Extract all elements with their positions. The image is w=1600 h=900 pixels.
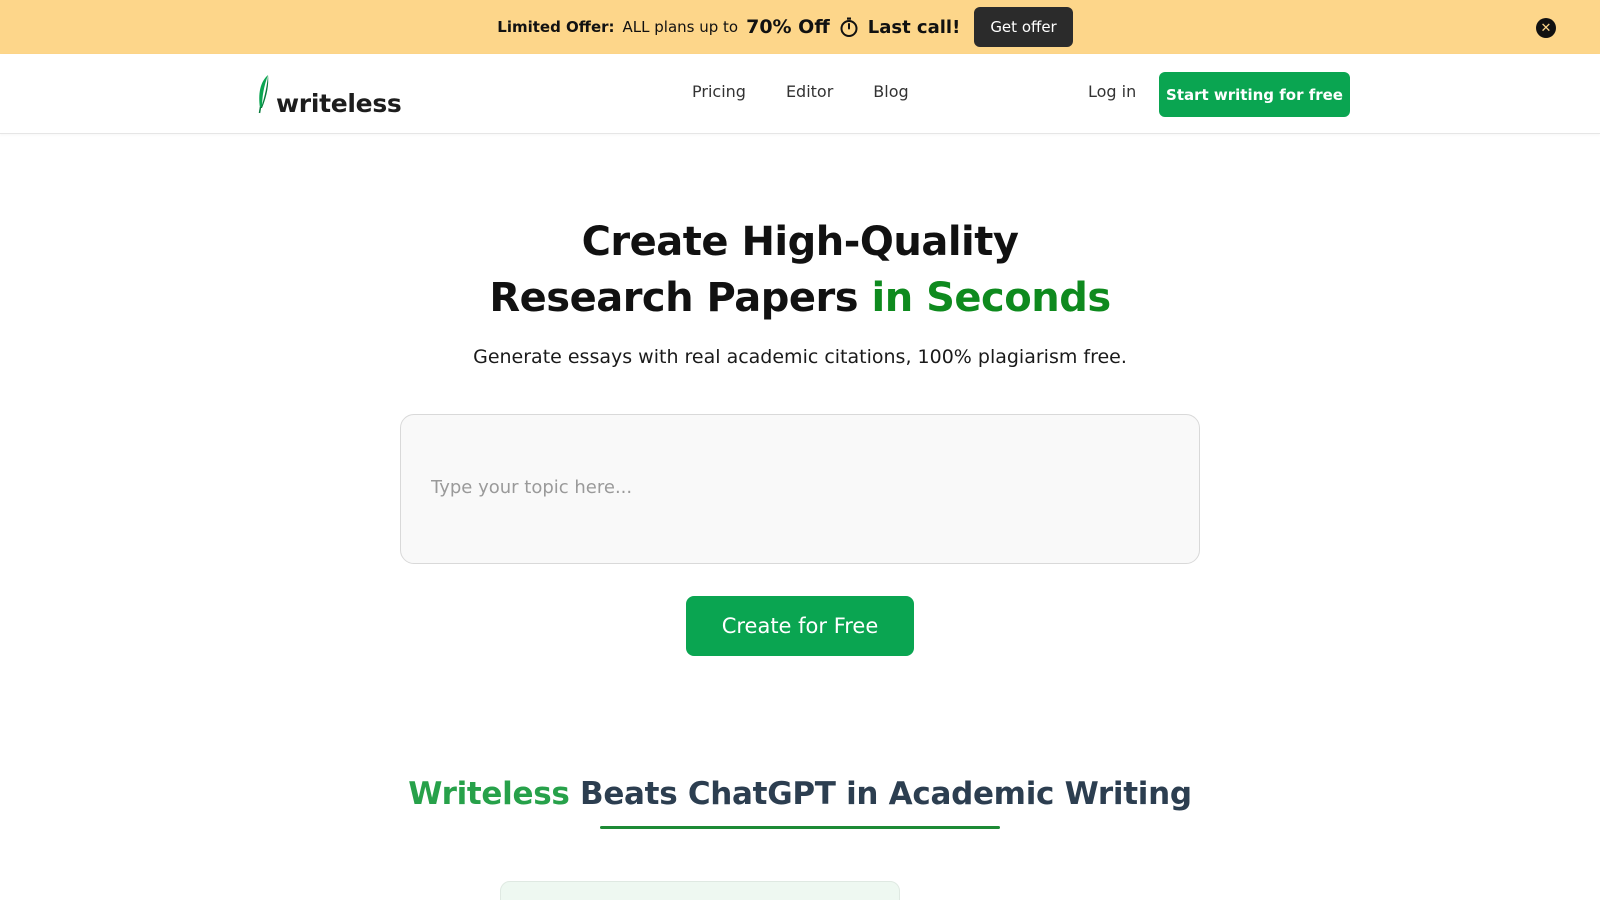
site-header: writeless Pricing Editor Blog Log in Sta… [0, 54, 1600, 134]
hero-subtitle: Generate essays with real academic citat… [473, 346, 1127, 368]
nav-item-editor[interactable]: Editor [786, 82, 833, 101]
topic-input-box[interactable] [400, 414, 1200, 564]
section-underline [600, 826, 1000, 829]
promo-discount: 70% Off [746, 16, 830, 38]
promo-text: ALL plans up to [622, 18, 739, 36]
nav-item-pricing[interactable]: Pricing [692, 82, 746, 101]
promo-label: Limited Offer: [497, 18, 615, 36]
login-link[interactable]: Log in [1088, 82, 1136, 101]
logo-text: writeless [276, 89, 402, 118]
promo-last-call: Last call! [867, 16, 961, 38]
hero-title-accent: in Seconds [871, 275, 1112, 321]
promo-content: Limited Offer: ALL plans up to 70% Off L… [497, 7, 1073, 47]
section-title: Writeless Beats ChatGPT in Academic Writ… [0, 776, 1600, 812]
hero-title-line1: Create High-Quality [581, 219, 1019, 265]
main-nav: Pricing Editor Blog [692, 82, 909, 101]
close-icon[interactable]: ✕ [1536, 18, 1556, 38]
comparison-card [500, 881, 900, 900]
hero-title: Create High-Quality Research Papers in S… [0, 214, 1600, 326]
create-for-free-button[interactable]: Create for Free [686, 596, 914, 656]
section-title-rest: Beats ChatGPT in Academic Writing [580, 776, 1192, 812]
topic-input[interactable] [431, 477, 1169, 498]
stopwatch-icon [838, 16, 860, 38]
start-writing-button[interactable]: Start writing for free [1159, 72, 1350, 117]
section-title-brand: Writeless [408, 776, 570, 812]
promo-banner: Limited Offer: ALL plans up to 70% Off L… [0, 0, 1600, 54]
logo[interactable]: writeless [256, 74, 402, 118]
hero-title-line2: Research Papers [489, 275, 859, 321]
get-offer-button[interactable]: Get offer [974, 7, 1073, 47]
nav-item-blog[interactable]: Blog [873, 82, 908, 101]
feather-icon [256, 74, 272, 118]
